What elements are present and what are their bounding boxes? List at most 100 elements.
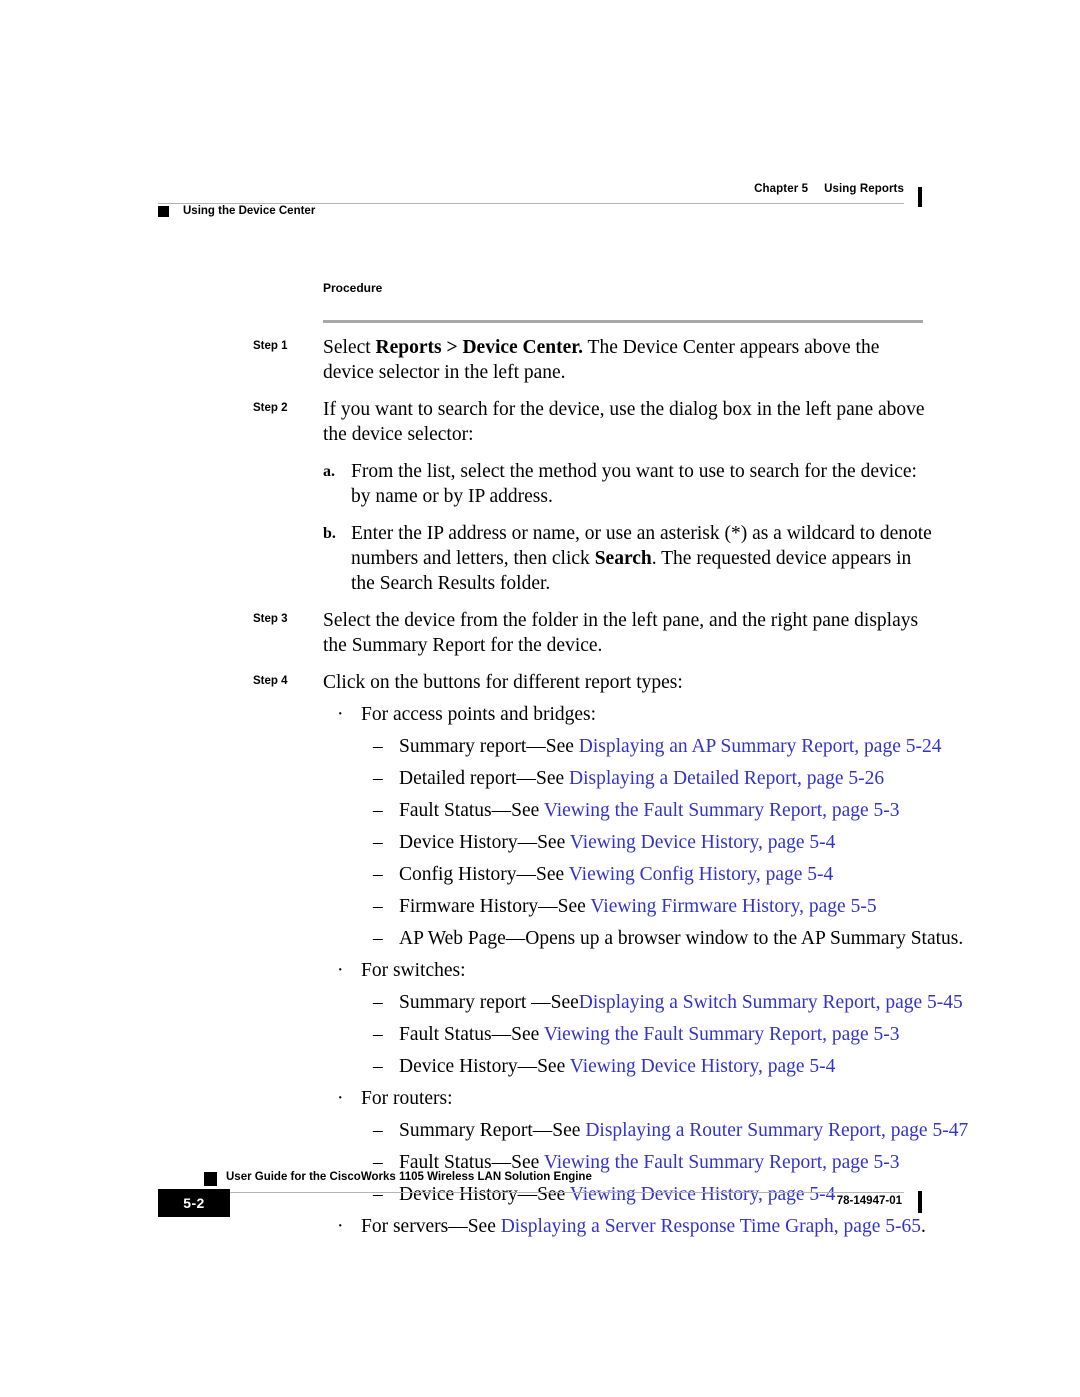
device-category-bullet: · For routers: bbox=[335, 1086, 933, 1111]
plain-text: Click on the buttons for different repor… bbox=[323, 672, 683, 693]
device-category-label: For routers: bbox=[361, 1088, 453, 1109]
step-label: Step 2 bbox=[253, 402, 288, 414]
procedure-step: Step 1 Select Reports > Device Center. Th… bbox=[253, 335, 933, 385]
report-type-text: Config History—See Viewing Config Histor… bbox=[399, 862, 933, 887]
dash-marker: – bbox=[373, 1024, 383, 1045]
cross-reference-link[interactable]: Viewing the Fault Summary Report, page 5… bbox=[544, 1152, 900, 1173]
report-type-text: Summary report—See Displaying an AP Summ… bbox=[399, 734, 942, 759]
plain-text: Device History—See bbox=[399, 1056, 570, 1077]
report-type-text: Summary report —SeeDisplaying a Switch S… bbox=[399, 990, 963, 1015]
page-header: Chapter 5 Using Reports Using the Device … bbox=[158, 183, 922, 231]
emphasis-text: Search bbox=[594, 548, 652, 569]
cross-reference-link[interactable]: Viewing the Fault Summary Report, page 5… bbox=[544, 800, 900, 821]
cross-reference-link[interactable]: Viewing Device History, page 5-4 bbox=[570, 832, 836, 853]
substep-marker: a. bbox=[323, 463, 335, 480]
report-type-item: – Detailed report—See Displaying a Detail… bbox=[373, 766, 933, 791]
footer-rule bbox=[204, 1192, 904, 1193]
report-type-list: · For access points and bridges: – Summary … bbox=[253, 702, 968, 1239]
step-text: Click on the buttons for different repor… bbox=[323, 670, 933, 695]
plain-text: Fault Status—See bbox=[399, 1024, 544, 1045]
footer-guide-title: User Guide for the CiscoWorks 1105 Wirel… bbox=[226, 1171, 592, 1183]
header-chapter-number: Chapter 5 bbox=[754, 183, 809, 195]
report-type-text: Detailed report—See Displaying a Detaile… bbox=[399, 766, 933, 791]
header-edge-tick bbox=[918, 187, 922, 207]
emphasis-text: Reports > Device Center. bbox=[375, 337, 584, 358]
dash-marker: – bbox=[373, 736, 383, 757]
cross-reference-link[interactable]: Displaying a Switch Summary Report, page… bbox=[579, 992, 963, 1013]
report-type-item: – Summary Report—See Displaying a Router … bbox=[373, 1118, 968, 1143]
dash-marker: – bbox=[373, 1120, 383, 1141]
procedure-step: Step 3 Select the device from the folder … bbox=[253, 608, 933, 658]
plain-text: Firmware History—See bbox=[399, 896, 591, 917]
procedure-step: Step 2 If you want to search for the devi… bbox=[253, 397, 933, 447]
header-section-title: Using the Device Center bbox=[183, 205, 316, 217]
bullet-marker: · bbox=[337, 704, 344, 725]
report-type-item: – Fault Status—See Viewing the Fault Summ… bbox=[373, 798, 933, 823]
report-type-item: – Device History—See Viewing Device Histo… bbox=[373, 1054, 933, 1079]
report-type-text: Device History—See Viewing Device Histor… bbox=[399, 1054, 933, 1079]
plain-text: Device History—See bbox=[399, 832, 570, 853]
plain-text: Select bbox=[323, 337, 376, 358]
dash-marker: – bbox=[373, 800, 383, 821]
step-text: Select Reports > Device Center. The Devi… bbox=[323, 335, 933, 385]
step-label: Step 4 bbox=[253, 675, 288, 687]
cross-reference-link[interactable]: Viewing Device History, page 5-4 bbox=[570, 1056, 836, 1077]
report-type-text: AP Web Page—Opens up a browser window to… bbox=[399, 926, 963, 951]
procedure-divider bbox=[323, 320, 923, 323]
plain-text: If you want to search for the device, us… bbox=[323, 399, 925, 445]
bullet-marker: · bbox=[337, 1088, 344, 1109]
plain-text: Summary report —See bbox=[399, 992, 579, 1013]
cross-reference-link[interactable]: Displaying a Router Summary Report, page… bbox=[585, 1120, 968, 1141]
procedure-heading: Procedure bbox=[323, 281, 383, 295]
footer-document-number: 78-14947-01 bbox=[836, 1195, 902, 1207]
substep-marker: b. bbox=[323, 525, 336, 542]
header-section: Using the Device Center bbox=[158, 205, 315, 217]
dash-marker: – bbox=[373, 864, 383, 885]
report-type-item: – Summary report—See Displaying an AP Sum… bbox=[373, 734, 942, 759]
cross-reference-link[interactable]: Viewing the Fault Summary Report, page 5… bbox=[544, 1024, 900, 1045]
report-type-text: Fault Status—See Viewing the Fault Summa… bbox=[399, 798, 933, 823]
report-type-item: – Config History—See Viewing Config Histo… bbox=[373, 862, 933, 887]
plain-text: Detailed report—See bbox=[399, 768, 570, 789]
bullet-marker: · bbox=[337, 960, 344, 981]
device-category-bullet: · For access points and bridges: bbox=[335, 702, 933, 727]
plain-text: Summary Report—See bbox=[399, 1120, 586, 1141]
page-content: Procedure Step 1 Select Reports > Device … bbox=[253, 281, 968, 1239]
step-label: Step 1 bbox=[253, 340, 288, 352]
page-footer: User Guide for the CiscoWorks 1105 Wirel… bbox=[158, 1171, 922, 1224]
device-category-label: For access points and bridges: bbox=[361, 704, 597, 725]
header-chapter-line: Chapter 5 Using Reports bbox=[754, 183, 904, 195]
plain-text: Select the device from the folder in the… bbox=[323, 610, 919, 656]
report-type-text: Fault Status—See Viewing the Fault Summa… bbox=[399, 1022, 933, 1047]
dash-marker: – bbox=[373, 768, 383, 789]
procedure-step: Step 4 Click on the buttons for different… bbox=[253, 670, 933, 695]
plain-text: Fault Status—See bbox=[399, 1152, 544, 1173]
footer-edge-tick bbox=[918, 1191, 922, 1213]
header-rule bbox=[158, 203, 904, 204]
report-type-item: – AP Web Page—Opens up a browser window t… bbox=[373, 926, 963, 951]
step-text: If you want to search for the device, us… bbox=[323, 397, 933, 447]
cross-reference-link[interactable]: Displaying an AP Summary Report, page 5-… bbox=[579, 736, 942, 757]
plain-text: From the list, select the method you wan… bbox=[351, 461, 917, 507]
substep-text: Enter the IP address or name, or use an … bbox=[351, 521, 933, 596]
cross-reference-link[interactable]: Viewing Firmware History, page 5-5 bbox=[590, 896, 876, 917]
dash-marker: – bbox=[373, 1056, 383, 1077]
substep-text: From the list, select the method you wan… bbox=[351, 459, 933, 509]
dash-marker: – bbox=[373, 832, 383, 853]
device-category-bullet: · For switches: bbox=[335, 958, 933, 983]
cross-reference-link[interactable]: Displaying a Detailed Report, page 5-26 bbox=[569, 768, 884, 789]
footer-page-number: 5-2 bbox=[158, 1189, 230, 1217]
report-type-text: Firmware History—See Viewing Firmware Hi… bbox=[399, 894, 933, 919]
plain-text: Fault Status—See bbox=[399, 800, 544, 821]
plain-text: Summary report—See bbox=[399, 736, 579, 757]
device-category-label: For switches: bbox=[361, 960, 466, 981]
report-type-text: Summary Report—See Displaying a Router S… bbox=[399, 1118, 968, 1143]
square-marker-icon bbox=[158, 205, 169, 217]
cross-reference-link[interactable]: Viewing Config History, page 5-4 bbox=[569, 864, 834, 885]
report-type-text: Device History—See Viewing Device Histor… bbox=[399, 830, 933, 855]
step-text: Select the device from the folder in the… bbox=[323, 608, 933, 658]
plain-text: AP Web Page—Opens up a browser window to… bbox=[399, 928, 964, 949]
report-type-item: – Device History—See Viewing Device Histo… bbox=[373, 830, 933, 855]
procedure-steps: Step 1 Select Reports > Device Center. Th… bbox=[253, 335, 933, 695]
footer-square-marker-icon bbox=[204, 1172, 217, 1186]
